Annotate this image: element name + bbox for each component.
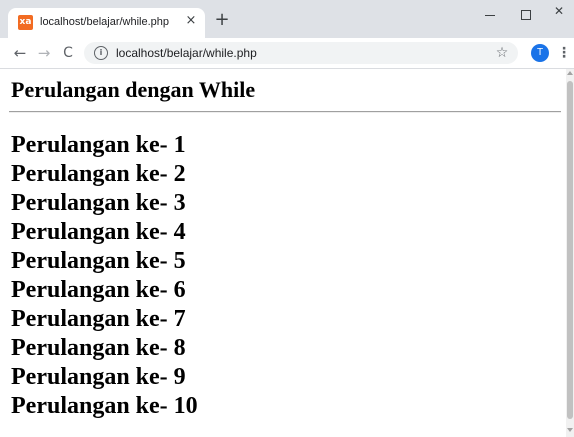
scroll-down-arrow-icon[interactable] [567,428,573,432]
tab-title: localhost/belajar/while.php [40,16,170,28]
xampp-favicon-icon: xa [18,15,33,30]
loop-list: Perulangan ke- 1 Perulangan ke- 2 Perula… [11,132,198,422]
tab-close-icon[interactable]: × [184,14,198,28]
back-arrow-icon[interactable]: ← [10,43,30,63]
list-item: Perulangan ke- 8 [11,335,186,361]
bookmark-star-icon[interactable]: ☆ [494,44,510,62]
maximize-button[interactable] [511,4,541,26]
close-window-icon[interactable]: ✕ [544,4,574,26]
divider [9,111,561,113]
forward-arrow-icon[interactable]: → [34,43,54,63]
maximize-icon [521,10,531,20]
menu-dots-icon[interactable]: ⋮ [557,44,571,62]
list-item: Perulangan ke- 3 [11,190,186,216]
address-bar[interactable]: i localhost/belajar/while.php ☆ [84,42,518,64]
list-item: Perulangan ke- 9 [11,364,186,390]
list-item: Perulangan ke- 2 [11,161,186,187]
page-title: Perulangan dengan While [11,77,256,102]
list-item: Perulangan ke- 5 [11,248,186,274]
list-item: Perulangan ke- 6 [11,277,186,303]
browser-window: xa localhost/belajar/while.php × + ✕ ← →… [0,0,574,437]
tab-strip: xa localhost/belajar/while.php × + ✕ [0,0,574,38]
list-item: Perulangan ke- 7 [11,306,186,332]
site-info-icon[interactable]: i [94,46,108,60]
vertical-scrollbar[interactable] [566,69,574,437]
minimize-icon [485,15,495,16]
list-item: Perulangan ke- 10 [11,393,198,419]
scroll-up-arrow-icon[interactable] [567,71,573,75]
tab-while-php[interactable]: xa localhost/belajar/while.php × [8,8,205,38]
list-item: Perulangan ke- 4 [11,219,186,245]
minimize-button[interactable] [476,4,506,26]
page-content: Perulangan dengan While Perulangan ke- 1… [0,69,566,437]
new-tab-icon[interactable]: + [213,11,231,29]
list-item: Perulangan ke- 1 [11,132,186,158]
profile-avatar[interactable]: T [531,44,549,62]
url-text[interactable]: localhost/belajar/while.php [116,46,257,60]
reload-icon[interactable]: C [58,43,78,63]
scrollbar-thumb[interactable] [567,81,573,419]
browser-toolbar: ← → C i localhost/belajar/while.php ☆ [0,38,574,69]
